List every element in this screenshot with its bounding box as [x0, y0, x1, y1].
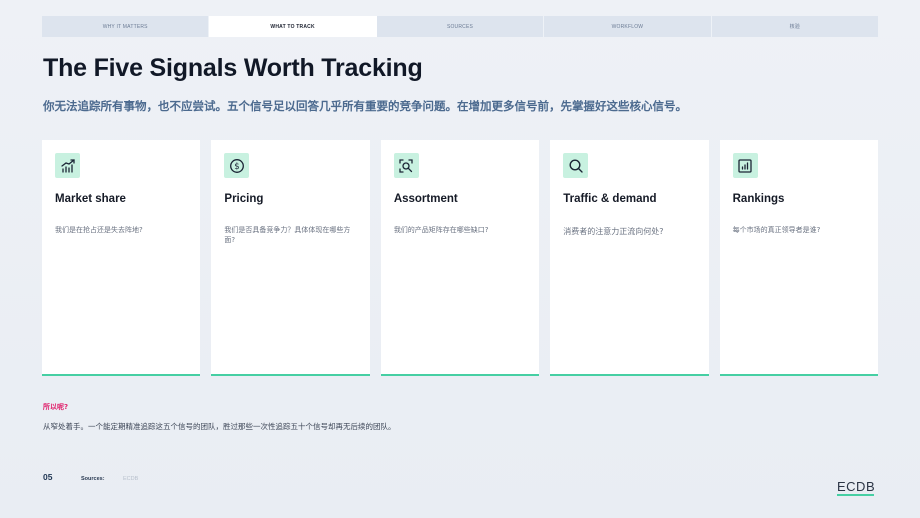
signal-cards: Market share 我们是在抢占还是失去阵地? $ Pricing 我们是…	[42, 140, 879, 376]
tab-why-it-matters[interactable]: WHY IT MATTERS	[42, 16, 210, 37]
card-title: Market share	[55, 193, 126, 205]
bar-chart-icon	[732, 153, 758, 178]
tab-verify[interactable]: 核验	[712, 16, 878, 37]
card-title: Traffic & demand	[563, 193, 657, 205]
so-what-answer: 从窄处着手。一个能定期精准追踪这五个信号的团队，胜过那些一次性追踪五十个信号却再…	[43, 422, 396, 431]
signal-card-market-share: Market share 我们是在抢占还是失去阵地?	[42, 140, 201, 376]
page-subtitle: 你无法追踪所有事物，也不应尝试。五个信号足以回答几乎所有重要的竞争问题。在增加更…	[43, 99, 687, 113]
ecdb-logo: ECDB	[837, 479, 876, 494]
card-title: Pricing	[224, 193, 264, 205]
tab-workflow[interactable]: WORKFLOW	[544, 16, 712, 37]
page-title: The Five Signals Worth Tracking	[43, 54, 423, 82]
page-number: 05	[43, 472, 53, 482]
sources-value: ECDB	[123, 476, 139, 482]
signal-card-rankings: Rankings 每个市场的真正领导者是谁?	[719, 140, 879, 376]
card-text: 消费者的注意力正流向何处?	[563, 227, 664, 236]
logo-underline	[837, 494, 874, 496]
search-icon	[563, 153, 589, 178]
sources-label: Sources:	[81, 476, 105, 482]
tab-what-to-track[interactable]: WHAT TO TRACK	[209, 16, 377, 37]
card-text: 我们是否具备竞争力？具体体现在哪些方面?	[224, 226, 351, 244]
svg-text:$: $	[234, 162, 239, 172]
signal-card-pricing: $ Pricing 我们是否具备竞争力？具体体现在哪些方面?	[211, 140, 370, 376]
signal-card-assortment: Assortment 我们的产品矩阵存在哪些缺口?	[380, 140, 540, 376]
card-text: 每个市场的真正领导者是谁?	[732, 226, 821, 234]
card-title: Assortment	[393, 193, 458, 205]
growth-chart-icon	[55, 153, 80, 178]
product-search-icon	[393, 153, 419, 178]
card-text: 我们是在抢占还是失去阵地?	[55, 226, 143, 234]
dollar-coin-icon: $	[224, 153, 250, 178]
section-tabs: WHY IT MATTERS WHAT TO TRACK SOURCES WOR…	[42, 16, 878, 37]
card-title: Rankings	[732, 193, 785, 205]
so-what-question: 所以呢?	[43, 403, 69, 411]
tab-sources[interactable]: SOURCES	[377, 16, 545, 37]
signal-card-traffic-demand: Traffic & demand 消费者的注意力正流向何处?	[550, 140, 709, 376]
card-text: 我们的产品矩阵存在哪些缺口?	[393, 226, 489, 234]
